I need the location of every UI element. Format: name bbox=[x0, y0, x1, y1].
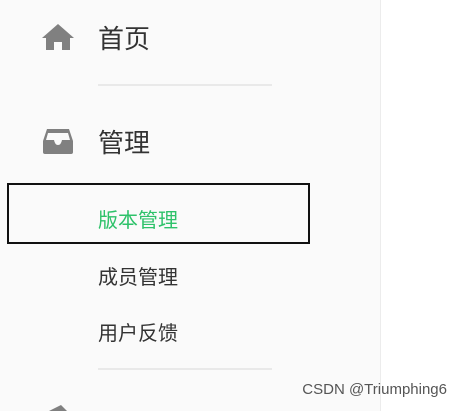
submenu-item-user-feedback[interactable]: 用户反馈 bbox=[98, 317, 178, 346]
sidebar-item-label: 首页 bbox=[98, 24, 151, 55]
sidebar-nav: 首页 管理 版本管理 成员管理 用户反馈 bbox=[0, 0, 380, 411]
watermark: CSDN @Triumphing6 bbox=[302, 381, 447, 398]
sidebar-item-manage[interactable]: 管理 bbox=[0, 120, 380, 162]
content-area bbox=[380, 0, 461, 411]
divider bbox=[98, 368, 272, 370]
submenu-item-version-management[interactable]: 版本管理 bbox=[98, 204, 178, 233]
divider bbox=[98, 84, 272, 86]
settings-icon bbox=[40, 400, 76, 411]
sidebar-item-home[interactable]: 首页 bbox=[0, 16, 380, 58]
inbox-icon bbox=[40, 126, 76, 156]
home-icon bbox=[40, 22, 76, 52]
submenu-item-member-management[interactable]: 成员管理 bbox=[98, 261, 178, 290]
sidebar-item-label: 管理 bbox=[98, 128, 151, 159]
